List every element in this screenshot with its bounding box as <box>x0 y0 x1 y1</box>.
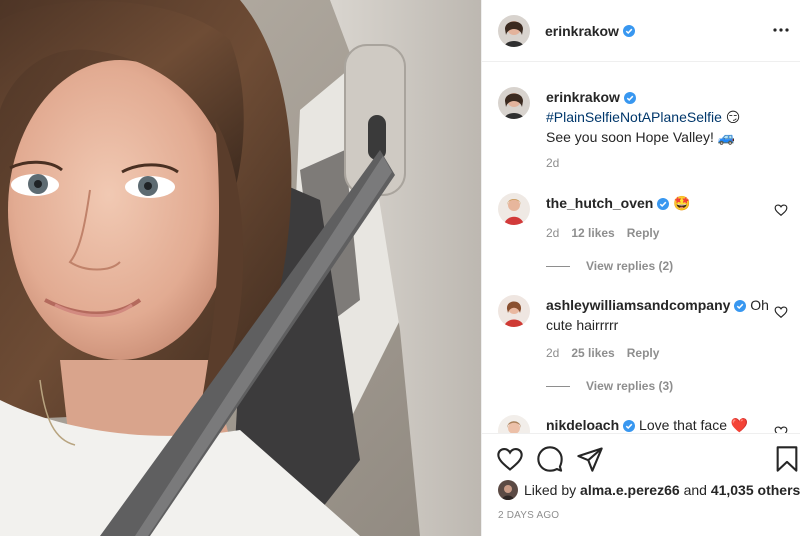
commenter-username[interactable]: nikdeloach <box>546 417 619 433</box>
like-heart-icon[interactable] <box>496 445 524 473</box>
author-username[interactable]: erinkrakow <box>545 23 619 39</box>
caption-hashtag[interactable]: #PlainSelfieNotAPlaneSelfie <box>546 109 722 125</box>
comment-meta: 2d 12 likes Reply <box>546 225 659 241</box>
comment-likes[interactable]: 12 likes <box>571 225 614 241</box>
post-header: erinkrakow <box>482 0 800 62</box>
like-comment-heart-icon[interactable] <box>774 305 788 319</box>
car-emoji: 🚙 <box>717 129 736 145</box>
caption-username[interactable]: erinkrakow <box>546 89 620 105</box>
comment-likes[interactable]: 25 likes <box>571 345 614 361</box>
liked-by-prefix: Liked by <box>524 482 577 498</box>
view-replies-label: View replies (3) <box>586 379 674 393</box>
comment-age[interactable]: 2d <box>546 225 559 241</box>
verified-badge-icon <box>622 24 635 37</box>
liked-by-joiner: and <box>683 482 707 498</box>
selfie-image <box>0 0 481 536</box>
verified-badge-icon <box>734 300 747 312</box>
instagram-post: erinkrakow erinkrakow #PlainSelfieNotAPl… <box>0 0 800 536</box>
comment-body: ashleywilliamsandcompany Oh cute hairrrr… <box>546 295 778 335</box>
author-avatar[interactable] <box>498 14 530 47</box>
comment-meta: 2d 25 likes Reply <box>546 345 659 361</box>
comment-body: the_hutch_oven 🤩 <box>546 193 778 213</box>
caption-text: See you soon Hope Valley! <box>546 129 714 145</box>
bookmark-icon[interactable] <box>773 445 800 473</box>
view-replies-label: View replies (2) <box>586 259 674 273</box>
verified-badge-icon <box>623 92 636 104</box>
caption-age[interactable]: 2d <box>546 155 559 171</box>
liked-by-summary: Liked by alma.e.perez66 and 41,035 other… <box>498 480 800 500</box>
likes-count-others[interactable]: 41,035 others <box>711 482 800 498</box>
commenter-username[interactable]: ashleywilliamsandcompany <box>546 297 730 313</box>
commenter-avatar[interactable] <box>498 295 530 327</box>
reply-button[interactable]: Reply <box>627 345 660 361</box>
like-comment-heart-icon[interactable] <box>774 425 788 433</box>
smirk-emoji: 😏 <box>725 109 741 125</box>
liker-avatar[interactable] <box>498 480 518 500</box>
like-comment-heart-icon[interactable] <box>774 203 788 217</box>
ellipsis-icon <box>773 28 789 32</box>
caption-meta: 2d <box>546 155 559 171</box>
caption-body: erinkrakow #PlainSelfieNotAPlaneSelfie 😏… <box>546 87 778 147</box>
share-paper-plane-icon[interactable] <box>576 445 604 473</box>
author-avatar[interactable] <box>498 87 530 119</box>
verified-badge-icon <box>657 198 670 210</box>
comment-text: 🤩 <box>673 195 691 211</box>
comments-list[interactable]: erinkrakow #PlainSelfieNotAPlaneSelfie 😏… <box>482 63 800 433</box>
view-replies-button[interactable]: View replies (3) <box>546 379 673 393</box>
view-replies-button[interactable]: View replies (2) <box>546 259 673 273</box>
commenter-avatar[interactable] <box>498 415 530 433</box>
post-photo[interactable] <box>0 0 481 536</box>
comment-text: Love that face ❤️ <box>639 417 749 433</box>
post-actions: Liked by alma.e.perez66 and 41,035 other… <box>482 433 800 536</box>
post-details-panel: erinkrakow erinkrakow #PlainSelfieNotAPl… <box>481 0 800 536</box>
liker-username[interactable]: alma.e.perez66 <box>580 482 680 498</box>
commenter-avatar[interactable] <box>498 193 530 225</box>
replies-divider-line <box>546 385 570 387</box>
comment-bubble-icon[interactable] <box>536 445 564 473</box>
replies-divider-line <box>546 265 570 267</box>
more-options-button[interactable] <box>771 20 791 40</box>
comment-body: nikdeloach Love that face ❤️ <box>546 415 778 433</box>
comment-age[interactable]: 2d <box>546 345 559 361</box>
verified-badge-icon <box>623 420 636 432</box>
post-timestamp[interactable]: 2 DAYS AGO <box>498 510 559 521</box>
reply-button[interactable]: Reply <box>627 225 660 241</box>
commenter-username[interactable]: the_hutch_oven <box>546 195 653 211</box>
